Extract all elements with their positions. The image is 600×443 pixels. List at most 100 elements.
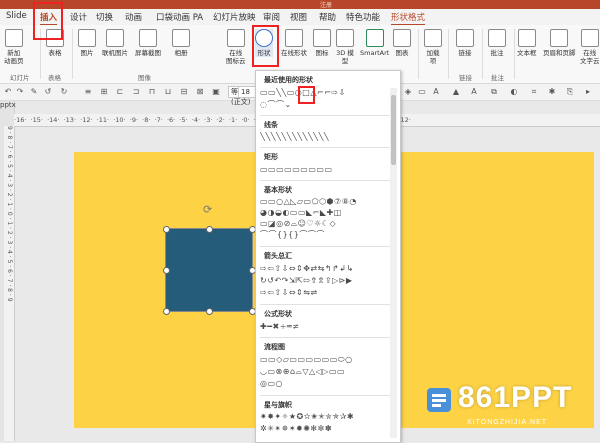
section-flowchart: 流程图: [264, 343, 285, 351]
outline-icon[interactable]: ▭: [418, 87, 426, 96]
add-ins-icon: [424, 29, 442, 47]
undo-icon[interactable]: ↶: [4, 87, 12, 96]
screenshot-button[interactable]: 屏幕截图: [135, 29, 161, 57]
lines-row[interactable]: ╲╲╲╲╲╲╲╲╲╲╲╲╲: [260, 132, 396, 142]
align-bottom-icon[interactable]: ⊠: [196, 87, 204, 96]
flowchart-row[interactable]: ◎▭○: [260, 379, 396, 389]
effects-icon[interactable]: ◐: [510, 87, 518, 96]
basic-shapes-row[interactable]: ◕◑◒◐▭▭◣⌐◣✚◫: [260, 208, 396, 218]
crop-icon[interactable]: ⌗: [530, 87, 538, 96]
equation-shapes-row[interactable]: ✚━✖÷═≠: [260, 322, 396, 332]
text-box-button[interactable]: 文本框: [517, 29, 537, 57]
online-pictures-button[interactable]: 联机图片: [102, 29, 128, 57]
basic-shapes-row[interactable]: ▭◪◎⊘⌓☺♡☼☾◇: [260, 219, 396, 229]
arrows-row[interactable]: ⇨⇦⇧⇩⇔⇕⇋⇌: [260, 288, 396, 298]
link-icon: [456, 29, 474, 47]
smartart-button[interactable]: SmartArt: [360, 29, 389, 57]
tab-view[interactable]: 视图: [290, 11, 307, 23]
tab-review[interactable]: 审阅: [263, 11, 280, 23]
undo-arrow-icon[interactable]: ↺: [44, 87, 52, 96]
align-left-icon[interactable]: ⊏: [116, 87, 124, 96]
distribute-icon[interactable]: ⊞: [100, 87, 108, 96]
redo-icon[interactable]: ↷: [16, 87, 24, 96]
align-top-icon[interactable]: ⊔: [164, 87, 172, 96]
table-label: 表格: [48, 49, 62, 57]
online-word-cloud-button[interactable]: 在线 文字云: [580, 29, 600, 65]
rectangles-row[interactable]: ▭▭▭▭▭▭▭▭▭: [260, 165, 396, 175]
tab-features[interactable]: 特色功能: [346, 11, 380, 23]
section-basic-shapes: 基本形状: [264, 186, 292, 194]
dropdown-scrollbar-thumb[interactable]: [391, 95, 396, 165]
gear-icon[interactable]: ✱: [548, 87, 556, 96]
online-shapes-button[interactable]: 在线形状: [281, 29, 307, 57]
redo-arrow-icon[interactable]: ↻: [60, 87, 68, 96]
stars-row[interactable]: ✷✸✦✧★✪✫✬✭✮✯✰✱: [260, 412, 396, 422]
album-icon: [172, 29, 190, 47]
tab-slideshow[interactable]: 幻灯片放映: [213, 11, 256, 23]
tab-slide[interactable]: Slide: [6, 11, 27, 21]
resize-handle[interactable]: [163, 308, 170, 315]
vertical-ruler: 9 · 8 · 7 · 6 · 5 · 4 · 3 · 2 · 1 · 0 · …: [4, 126, 15, 441]
arrows-row[interactable]: ↻↺↶↷⇲⇱⇰⇮⇯⇪▷⊳▶: [260, 276, 396, 286]
recent-shapes-row[interactable]: ◌⌒⌒⌄: [260, 100, 396, 110]
new-animation-slide-button[interactable]: 新加 动画页: [4, 29, 24, 65]
pictures-label: 图片: [80, 49, 94, 57]
fill-icon[interactable]: ◈: [404, 87, 412, 96]
highlight-icon[interactable]: ▲: [452, 87, 460, 96]
add-ins-button[interactable]: 加载 项: [424, 29, 442, 65]
font-size-select[interactable]: 18: [238, 86, 256, 98]
online-icon-cloud-button[interactable]: 在线 图标云: [226, 29, 246, 65]
online-picture-icon: [106, 29, 124, 47]
icons-button[interactable]: 图标: [313, 29, 331, 57]
recent-shapes-row[interactable]: ▭▭╲╲▭○□△⌐⌐⇨⇩: [260, 88, 396, 98]
arrows-row[interactable]: ⇨⇦⇧⇩⇔⇕✥⇄⇆↰↱↲↳: [260, 264, 396, 274]
tab-design[interactable]: 设计: [70, 11, 87, 23]
tab-help[interactable]: 帮助: [319, 11, 336, 23]
group-label-images: 图像: [138, 74, 151, 82]
copy-icon[interactable]: ⎘: [566, 87, 574, 96]
arrange-icon[interactable]: ⧉: [490, 87, 498, 96]
align-center-icon[interactable]: ⊐: [132, 87, 140, 96]
flowchart-row[interactable]: ◡▭⊗⊕⌂⌓▽△◁▷▭▭: [260, 367, 396, 377]
picture-icon: [78, 29, 96, 47]
section-recent-shapes: 最近使用的形状: [264, 76, 313, 84]
pictures-button[interactable]: 图片: [78, 29, 96, 57]
chart-button[interactable]: 图表: [393, 29, 411, 57]
resize-handle[interactable]: [206, 226, 213, 233]
basic-shapes-row[interactable]: ⌒⌒{}{}⌒⌒⌒: [260, 230, 396, 240]
photo-album-button[interactable]: 相册: [172, 29, 190, 57]
align-icon[interactable]: ≡: [84, 87, 92, 96]
screenshot-label: 屏幕截图: [135, 49, 161, 57]
more-icon[interactable]: ▸: [584, 87, 592, 96]
group-label-tables: 表格: [48, 74, 61, 82]
text-color-icon[interactable]: A: [432, 87, 440, 96]
align-right-icon[interactable]: ⊓: [148, 87, 156, 96]
flowchart-row[interactable]: ▭▭◇▱▭▭▭▭▭▭⬭○: [260, 355, 396, 365]
cloud-icon: [226, 29, 245, 47]
tab-animations[interactable]: 动画: [125, 11, 142, 23]
font-color-icon[interactable]: A: [470, 87, 478, 96]
basic-shapes-row[interactable]: ▭▭○△◺▱▭⬠⬡⬢⑦⑧◔: [260, 197, 396, 207]
header-footer-button[interactable]: 页眉和页脚: [543, 29, 576, 57]
3d-models-button[interactable]: 3D 模 型: [336, 29, 354, 65]
tab-pocket-animation[interactable]: 口袋动画 PA: [156, 11, 203, 23]
comment-button[interactable]: 批注: [488, 29, 506, 57]
highlight-rectangle-shape: [298, 86, 315, 104]
separator: [448, 29, 449, 79]
resize-handle[interactable]: [163, 267, 170, 274]
document-tab[interactable]: pptx: [0, 101, 16, 109]
resize-handle[interactable]: [206, 308, 213, 315]
group-icon[interactable]: ▣: [212, 87, 220, 96]
link-button[interactable]: 链接: [456, 29, 474, 57]
highlight-insert-tab: [33, 2, 63, 40]
stars-row[interactable]: ✲✳✴✵✶✹✺✻✼✽: [260, 424, 396, 434]
section-block-arrows: 箭头总汇: [264, 252, 292, 260]
resize-handle[interactable]: [163, 226, 170, 233]
divider: [260, 180, 396, 181]
tab-transitions[interactable]: 切换: [96, 11, 113, 23]
align-middle-icon[interactable]: ⊟: [180, 87, 188, 96]
slide-icon: [4, 29, 23, 47]
tab-shape-format[interactable]: 形状格式: [391, 11, 426, 26]
brush-icon[interactable]: ✎: [30, 87, 38, 96]
rotate-handle-icon[interactable]: ⟳: [203, 203, 212, 216]
